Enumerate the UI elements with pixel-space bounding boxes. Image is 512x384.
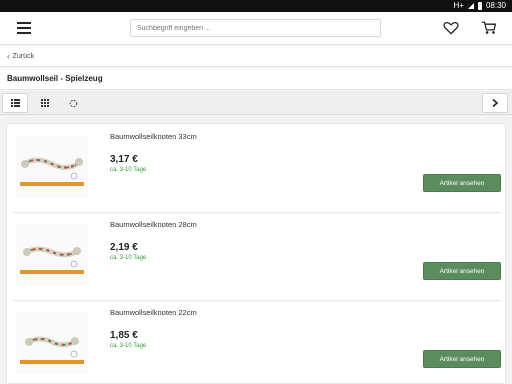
product-image [16,136,88,198]
back-link[interactable]: ‹ Zurück [7,52,34,61]
product-price: 1,85 € [110,330,138,341]
view-article-button[interactable]: Artikel ansehen [423,262,501,280]
network-label: H+ [453,1,464,10]
product-image [16,312,88,374]
list-view-icon [10,99,20,107]
status-bar: H+ 08:30 [0,0,512,12]
product-image [16,224,88,286]
chevron-left-icon: ‹ [7,52,10,61]
back-bar: ‹ Zurück [0,46,512,67]
battery-icon [477,1,482,10]
heart-icon[interactable] [443,21,459,35]
refresh-button[interactable] [60,93,86,113]
back-label: Zurück [12,53,35,60]
product-name[interactable]: Baumwollseilknoten 33cm [110,132,197,141]
status-bar-indicators: H+ 08:30 [454,1,506,10]
view-article-button[interactable]: Artikel ansehen [423,174,501,192]
page-title: Baumwollseil - Spielzeug [7,74,103,83]
grid-view-icon [41,99,49,107]
app-header [0,12,512,45]
delivery-time: ca. 3-10 Tage [110,343,147,349]
product-name[interactable]: Baumwollseilknoten 22cm [110,308,197,317]
loading-icon [69,99,77,107]
product-name[interactable]: Baumwollseilknoten 28cm [110,220,197,229]
search-input[interactable] [130,19,381,37]
product-item[interactable]: Baumwollseilknoten 33cm 3,17 € ca. 3-10 … [7,124,505,212]
signal-icon [467,2,474,9]
view-toolbar [0,91,512,115]
grid-view-button[interactable] [32,93,58,113]
title-bar: Baumwollseil - Spielzeug [0,68,512,90]
product-price: 2,19 € [110,242,138,253]
delivery-time: ca. 3-10 Tage [110,167,147,173]
product-item[interactable]: Baumwollseilknoten 22cm 1,85 € ca. 3-10 … [7,300,505,383]
delivery-time: ca. 3-10 Tage [110,255,147,261]
product-item[interactable]: Baumwollseilknoten 28cm 2,19 € ca. 3-10 … [7,212,505,300]
view-article-button[interactable]: Artikel ansehen [423,350,501,368]
clock: 08:30 [485,1,506,10]
next-button[interactable] [482,93,508,113]
product-price: 3,17 € [110,154,138,165]
list-view-button[interactable] [2,93,28,113]
menu-icon[interactable] [17,22,31,34]
product-list: Baumwollseilknoten 33cm 3,17 € ca. 3-10 … [6,123,506,384]
chevron-right-icon [492,99,498,107]
cart-icon[interactable] [481,21,497,35]
